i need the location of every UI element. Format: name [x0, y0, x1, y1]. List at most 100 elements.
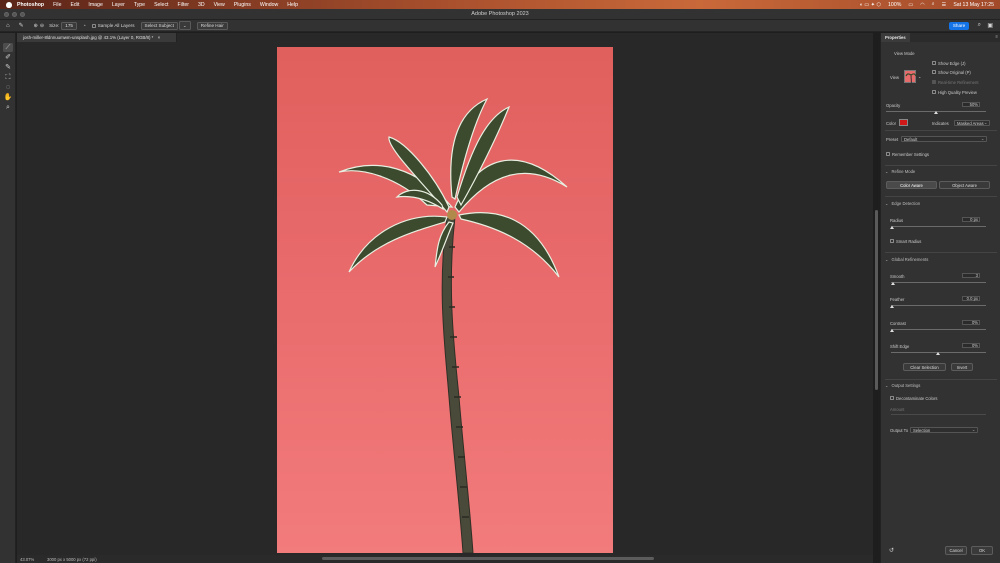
smooth-slider-thumb[interactable] [891, 282, 895, 285]
size-field[interactable]: 175 [61, 21, 77, 30]
select-subject-button[interactable]: Select Subject [140, 21, 178, 30]
menu-3d[interactable]: 3D [198, 2, 205, 8]
radius-slider-thumb[interactable] [890, 226, 894, 229]
menu-filter[interactable]: Filter [177, 2, 189, 8]
decontaminate-colors-checkbox[interactable] [890, 396, 894, 400]
menu-plugins[interactable]: Plugins [234, 2, 251, 8]
menu-view[interactable]: View [214, 2, 225, 8]
preset-dropdown[interactable]: Default [901, 136, 987, 142]
menu-edit[interactable]: Edit [70, 2, 79, 8]
high-quality-preview-label: High Quality Preview [938, 90, 977, 95]
smooth-slider-track[interactable] [891, 282, 986, 283]
document-dimensions: 3000 px x 5000 px (72 ppi) [47, 556, 97, 562]
menu-file[interactable]: File [53, 2, 61, 8]
panel-menu-icon[interactable]: ≡ [996, 34, 998, 39]
invert-button[interactable]: Invert [951, 363, 973, 371]
horizontal-scrollbar[interactable] [322, 557, 654, 560]
menu-type[interactable]: Type [134, 2, 145, 8]
refine-mode-section[interactable]: ⌄ Refine Mode [885, 169, 915, 174]
contrast-field[interactable]: 0% [962, 320, 980, 325]
smooth-label: Smooth [890, 274, 905, 279]
color-swatch[interactable] [899, 119, 908, 126]
document-tab[interactable]: josh-miller-8ldnnuumwm-unsplash.jpg @ 43… [17, 33, 177, 42]
menubar-clock[interactable]: Sat 13 May 17:25 [953, 2, 994, 8]
search-tool-icon[interactable]: ⌕ [978, 22, 981, 29]
brush-tool-icon[interactable]: ✎ [3, 63, 13, 72]
size-label: Size: [49, 23, 60, 28]
shift-edge-label: Shift Edge [890, 344, 910, 349]
radius-field[interactable]: 0 px [962, 217, 980, 222]
sample-all-layers-checkbox[interactable]: Sample All Layers [91, 23, 135, 28]
feather-field[interactable]: 0.0 px [962, 296, 980, 301]
global-refinements-section[interactable]: ⌄ Global Refinements [885, 257, 928, 262]
show-edge-checkbox[interactable] [932, 61, 936, 65]
indicates-dropdown[interactable]: Masked Areas [954, 120, 990, 126]
menu-select[interactable]: Select [154, 2, 168, 8]
menu-image[interactable]: Image [88, 2, 102, 8]
contrast-slider-track[interactable] [891, 329, 986, 330]
smooth-field[interactable]: 3 [962, 273, 980, 278]
clear-selection-button[interactable]: Clear Selection [903, 363, 946, 371]
cancel-button[interactable]: Cancel [945, 546, 967, 555]
output-settings-section[interactable]: ⌄ Output Settings [885, 383, 920, 388]
quick-selection-tool-icon[interactable]: ⟋ [3, 43, 13, 52]
select-subject-dropdown[interactable]: ⌄ [178, 21, 191, 30]
brush-preset-icon[interactable]: ✎ [19, 22, 24, 29]
feather-slider-track[interactable] [891, 305, 986, 306]
radius-slider-track[interactable] [891, 226, 986, 227]
menu-window[interactable]: Window [260, 2, 278, 8]
status-icons[interactable]: ◐ ▭ ✦ ⬡ [860, 2, 881, 8]
opacity-field[interactable]: 50% [962, 102, 980, 107]
home-icon[interactable]: ⌂ [6, 23, 10, 29]
menu-layer[interactable]: Layer [112, 2, 125, 8]
angle-icon[interactable]: ◔ [83, 23, 86, 28]
shift-edge-field[interactable]: 0% [962, 343, 980, 348]
view-thumbnail[interactable] [904, 70, 917, 85]
show-original-checkbox[interactable] [932, 70, 936, 74]
window-titlebar: Adobe Photoshop 2023 [0, 9, 1000, 20]
ok-button[interactable]: OK [971, 546, 993, 555]
brush-subtract-icon[interactable]: ⊖ [40, 23, 44, 29]
object-selection-tool-icon[interactable]: ⛶ [3, 73, 13, 82]
checkbox-icon[interactable] [91, 23, 96, 28]
close-tab-icon[interactable]: × [158, 35, 161, 40]
wifi-icon[interactable]: ◠ [920, 2, 925, 8]
workspace-icon[interactable]: ▣ [987, 22, 993, 29]
refine-edge-brush-icon[interactable]: ✐ [3, 53, 13, 62]
zoom-level[interactable]: 43.07% [20, 557, 34, 562]
object-aware-button[interactable]: Object Aware [939, 181, 990, 189]
output-to-dropdown[interactable]: Selection [910, 427, 978, 433]
edge-detection-section[interactable]: ⌄ Edge Detection [885, 201, 920, 206]
battery-icon[interactable]: ▭ [908, 2, 913, 8]
contrast-slider-thumb[interactable] [890, 329, 894, 332]
output-settings-heading: Output Settings [891, 383, 921, 388]
hand-tool-icon[interactable]: ✋ [3, 93, 13, 102]
refine-hair-button[interactable]: Refine Hair [196, 21, 228, 30]
divider [885, 379, 997, 380]
brush-add-icon[interactable]: ⊕ [34, 23, 38, 29]
menu-app-name[interactable]: Photoshop [17, 2, 44, 8]
reset-icon[interactable]: ↺ [889, 547, 894, 554]
view-dropdown-icon[interactable]: ⌄ [918, 74, 921, 79]
canvas-image[interactable] [277, 47, 613, 553]
show-original-label: Show Original (P) [938, 70, 971, 75]
smart-radius-label: Smart Radius [896, 239, 922, 244]
control-center-icon[interactable]: ☰ [942, 2, 947, 8]
remember-settings-checkbox[interactable] [886, 152, 890, 156]
search-icon[interactable]: ⌕ [932, 1, 935, 8]
opacity-slider-thumb[interactable] [934, 111, 938, 114]
color-aware-button[interactable]: Color Aware [886, 181, 937, 189]
menu-help[interactable]: Help [287, 2, 298, 8]
radius-label: Radius [890, 218, 904, 223]
zoom-tool-icon[interactable]: ⌕ [3, 103, 13, 112]
feather-slider-thumb[interactable] [890, 305, 894, 308]
vertical-scrollbar[interactable] [875, 210, 878, 390]
shift-edge-slider-thumb[interactable] [936, 352, 940, 355]
lasso-tool-icon[interactable]: ◌ [3, 83, 13, 92]
apple-icon[interactable] [6, 1, 12, 8]
high-quality-preview-checkbox[interactable] [932, 90, 936, 94]
realtime-refinement-label: Real-time Refinement [938, 80, 979, 85]
share-button[interactable]: Share [949, 22, 969, 30]
properties-tab[interactable]: Properties [881, 33, 910, 42]
smart-radius-checkbox[interactable] [890, 239, 894, 243]
